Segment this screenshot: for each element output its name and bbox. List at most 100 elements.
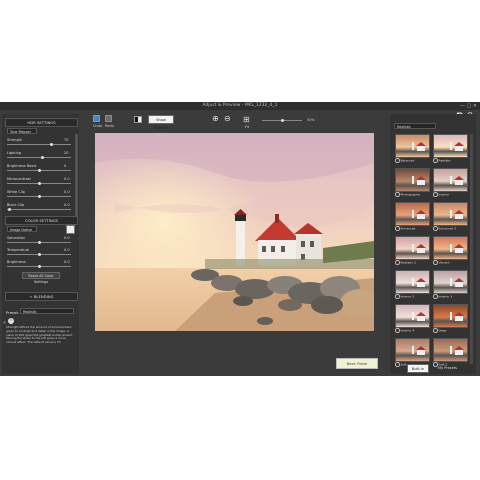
preset-thumbnail-label[interactable]: Interior 2 [395,294,414,299]
zoom-in-icon[interactable]: ⊕ [212,114,219,123]
preset-thumbnail-label[interactable]: Realistic 2 [395,260,416,265]
preset-thumbnail-label[interactable]: Enhanced 2 [433,226,456,231]
preset-thumbnail-label[interactable]: Enhanced [395,226,415,231]
preset-favorite-icon[interactable] [395,226,400,231]
preview-image[interactable] [95,133,374,331]
color-slider-track[interactable] [7,241,71,244]
blending-header[interactable]: + BLENDING [5,292,78,301]
preset-favorite-icon[interactable] [395,260,400,265]
preset-thumbnail-label[interactable]: Photographic [395,192,420,197]
preset-thumbnail-label[interactable]: Interior 3 [433,294,452,299]
color-slider-knob[interactable] [38,265,41,268]
hdr-slider-label: White Clip [7,190,25,194]
preset-thumbnail[interactable] [395,236,430,260]
zoom-slider[interactable] [262,119,302,122]
hdr-slider-knob[interactable] [41,156,45,159]
preset-thumbnail[interactable] [395,270,430,294]
hdr-scrollbar[interactable] [75,134,78,219]
tab-my-presets[interactable]: My Presets [438,366,457,370]
color-settings-header[interactable]: COLOR SETTINGS [5,216,78,225]
hdr-settings-header[interactable]: HDR SETTINGS [5,118,78,127]
hdr-slider-value[interactable]: 0 [64,164,66,168]
color-picker-swatch[interactable] [66,225,75,234]
show-original-button[interactable]: Show Original [148,115,174,130]
hdr-slider-value[interactable]: 70 [64,138,68,142]
preset-thumbnail[interactable] [395,134,430,158]
color-slider-track[interactable] [7,265,71,268]
zoom-slider-knob[interactable] [281,119,284,122]
preset-thumbnail[interactable] [395,338,430,362]
preset-thumbnail-label[interactable]: Soft [395,362,406,367]
preset-thumbnail-label[interactable]: Deep [433,328,446,333]
preset-thumbnail[interactable] [433,168,468,192]
reset-color-button[interactable]: Reset All Color Settings [22,272,60,284]
preset-favorite-icon[interactable] [433,158,438,163]
preset-thumbnail-label[interactable]: Interior 4 [395,328,414,333]
preset-favorite-icon[interactable] [433,362,438,367]
hdr-slider-track[interactable] [7,182,71,185]
hdr-slider-track[interactable] [7,143,71,146]
compare-icon[interactable] [134,116,142,123]
hdr-slider-track[interactable] [7,195,71,198]
hdr-slider-track[interactable] [7,208,71,211]
preset-favorite-icon[interactable] [433,328,438,333]
preset-thumbnail[interactable] [433,236,468,260]
preset-favorite-icon[interactable] [395,294,400,299]
preset-thumbnail[interactable] [395,304,430,328]
hdr-slider-value[interactable]: 0.0 [64,177,70,181]
color-mode-dropdown[interactable]: Image Native [7,226,37,232]
hdr-slider-knob[interactable] [50,143,54,146]
blend-preset-dropdown[interactable]: Realistic [20,308,74,314]
preset-name: Realistic 2 [400,260,416,265]
preset-favorite-icon[interactable] [395,362,400,367]
preset-thumbnail[interactable] [433,304,468,328]
preset-favorite-icon[interactable] [433,192,438,197]
zoom-out-icon[interactable]: ⊖ [224,114,231,123]
info-icon: i [8,318,14,324]
fit-label[interactable]: Fit [245,125,249,129]
hdr-slider-value[interactable]: 20 [64,151,68,155]
hdr-slider-track[interactable] [7,156,71,159]
tone-mapper-dropdown[interactable]: Tone Mapper [7,128,37,134]
hdr-slider-knob[interactable] [38,195,41,198]
hdr-slider-track[interactable] [7,169,71,172]
preset-thumbnail-label[interactable]: Balanced [395,158,414,163]
preset-thumbnail[interactable] [395,168,430,192]
tab-built-in[interactable]: Built-in [407,364,429,373]
preset-favorite-icon[interactable] [395,328,400,333]
color-slider-track[interactable] [7,253,71,256]
preset-thumbnail-label[interactable]: Realistic [433,158,451,163]
preset-thumbnail[interactable] [395,202,430,226]
hdr-slider-knob[interactable] [8,208,12,211]
color-slider-value[interactable]: 0.0 [64,236,70,240]
preset-favorite-icon[interactable] [433,260,438,265]
color-slider-value[interactable]: 0.0 [64,248,70,252]
preset-thumbnail-label[interactable]: Interior [433,192,449,197]
hdr-slider-knob[interactable] [38,182,41,185]
preset-thumbnail[interactable] [433,134,468,158]
color-slider-knob[interactable] [38,241,41,244]
undo-icon[interactable] [93,115,100,124]
redo-icon[interactable] [105,115,112,124]
window-controls[interactable]: — ▢ ✕ [460,103,477,109]
presets-dropdown[interactable]: Realistic [394,123,436,129]
hdr-slider-value[interactable]: 0.0 [64,190,70,194]
preset-favorite-icon[interactable] [433,294,438,299]
hdr-slider-value[interactable]: 0.0 [64,203,70,207]
redo-label[interactable]: Redo [105,124,114,128]
preset-favorite-icon[interactable] [433,226,438,231]
next-finish-button[interactable]: Next: Finish [336,358,378,369]
preset-thumbnail[interactable] [433,270,468,294]
presets-scrollbar[interactable] [470,134,473,364]
undo-label[interactable]: Undo [93,124,102,128]
hdr-slider-knob[interactable] [38,169,41,172]
preset-name: Interior [438,192,450,197]
preset-favorite-icon[interactable] [395,158,400,163]
preset-thumbnail[interactable] [433,338,468,362]
color-slider-value[interactable]: 0.0 [64,260,70,264]
preset-favorite-icon[interactable] [395,192,400,197]
fit-icon[interactable]: ⊞ [243,115,250,124]
color-slider-knob[interactable] [38,253,41,256]
preset-thumbnail-label[interactable]: Vibrant [433,260,449,265]
preset-thumbnail[interactable] [433,202,468,226]
